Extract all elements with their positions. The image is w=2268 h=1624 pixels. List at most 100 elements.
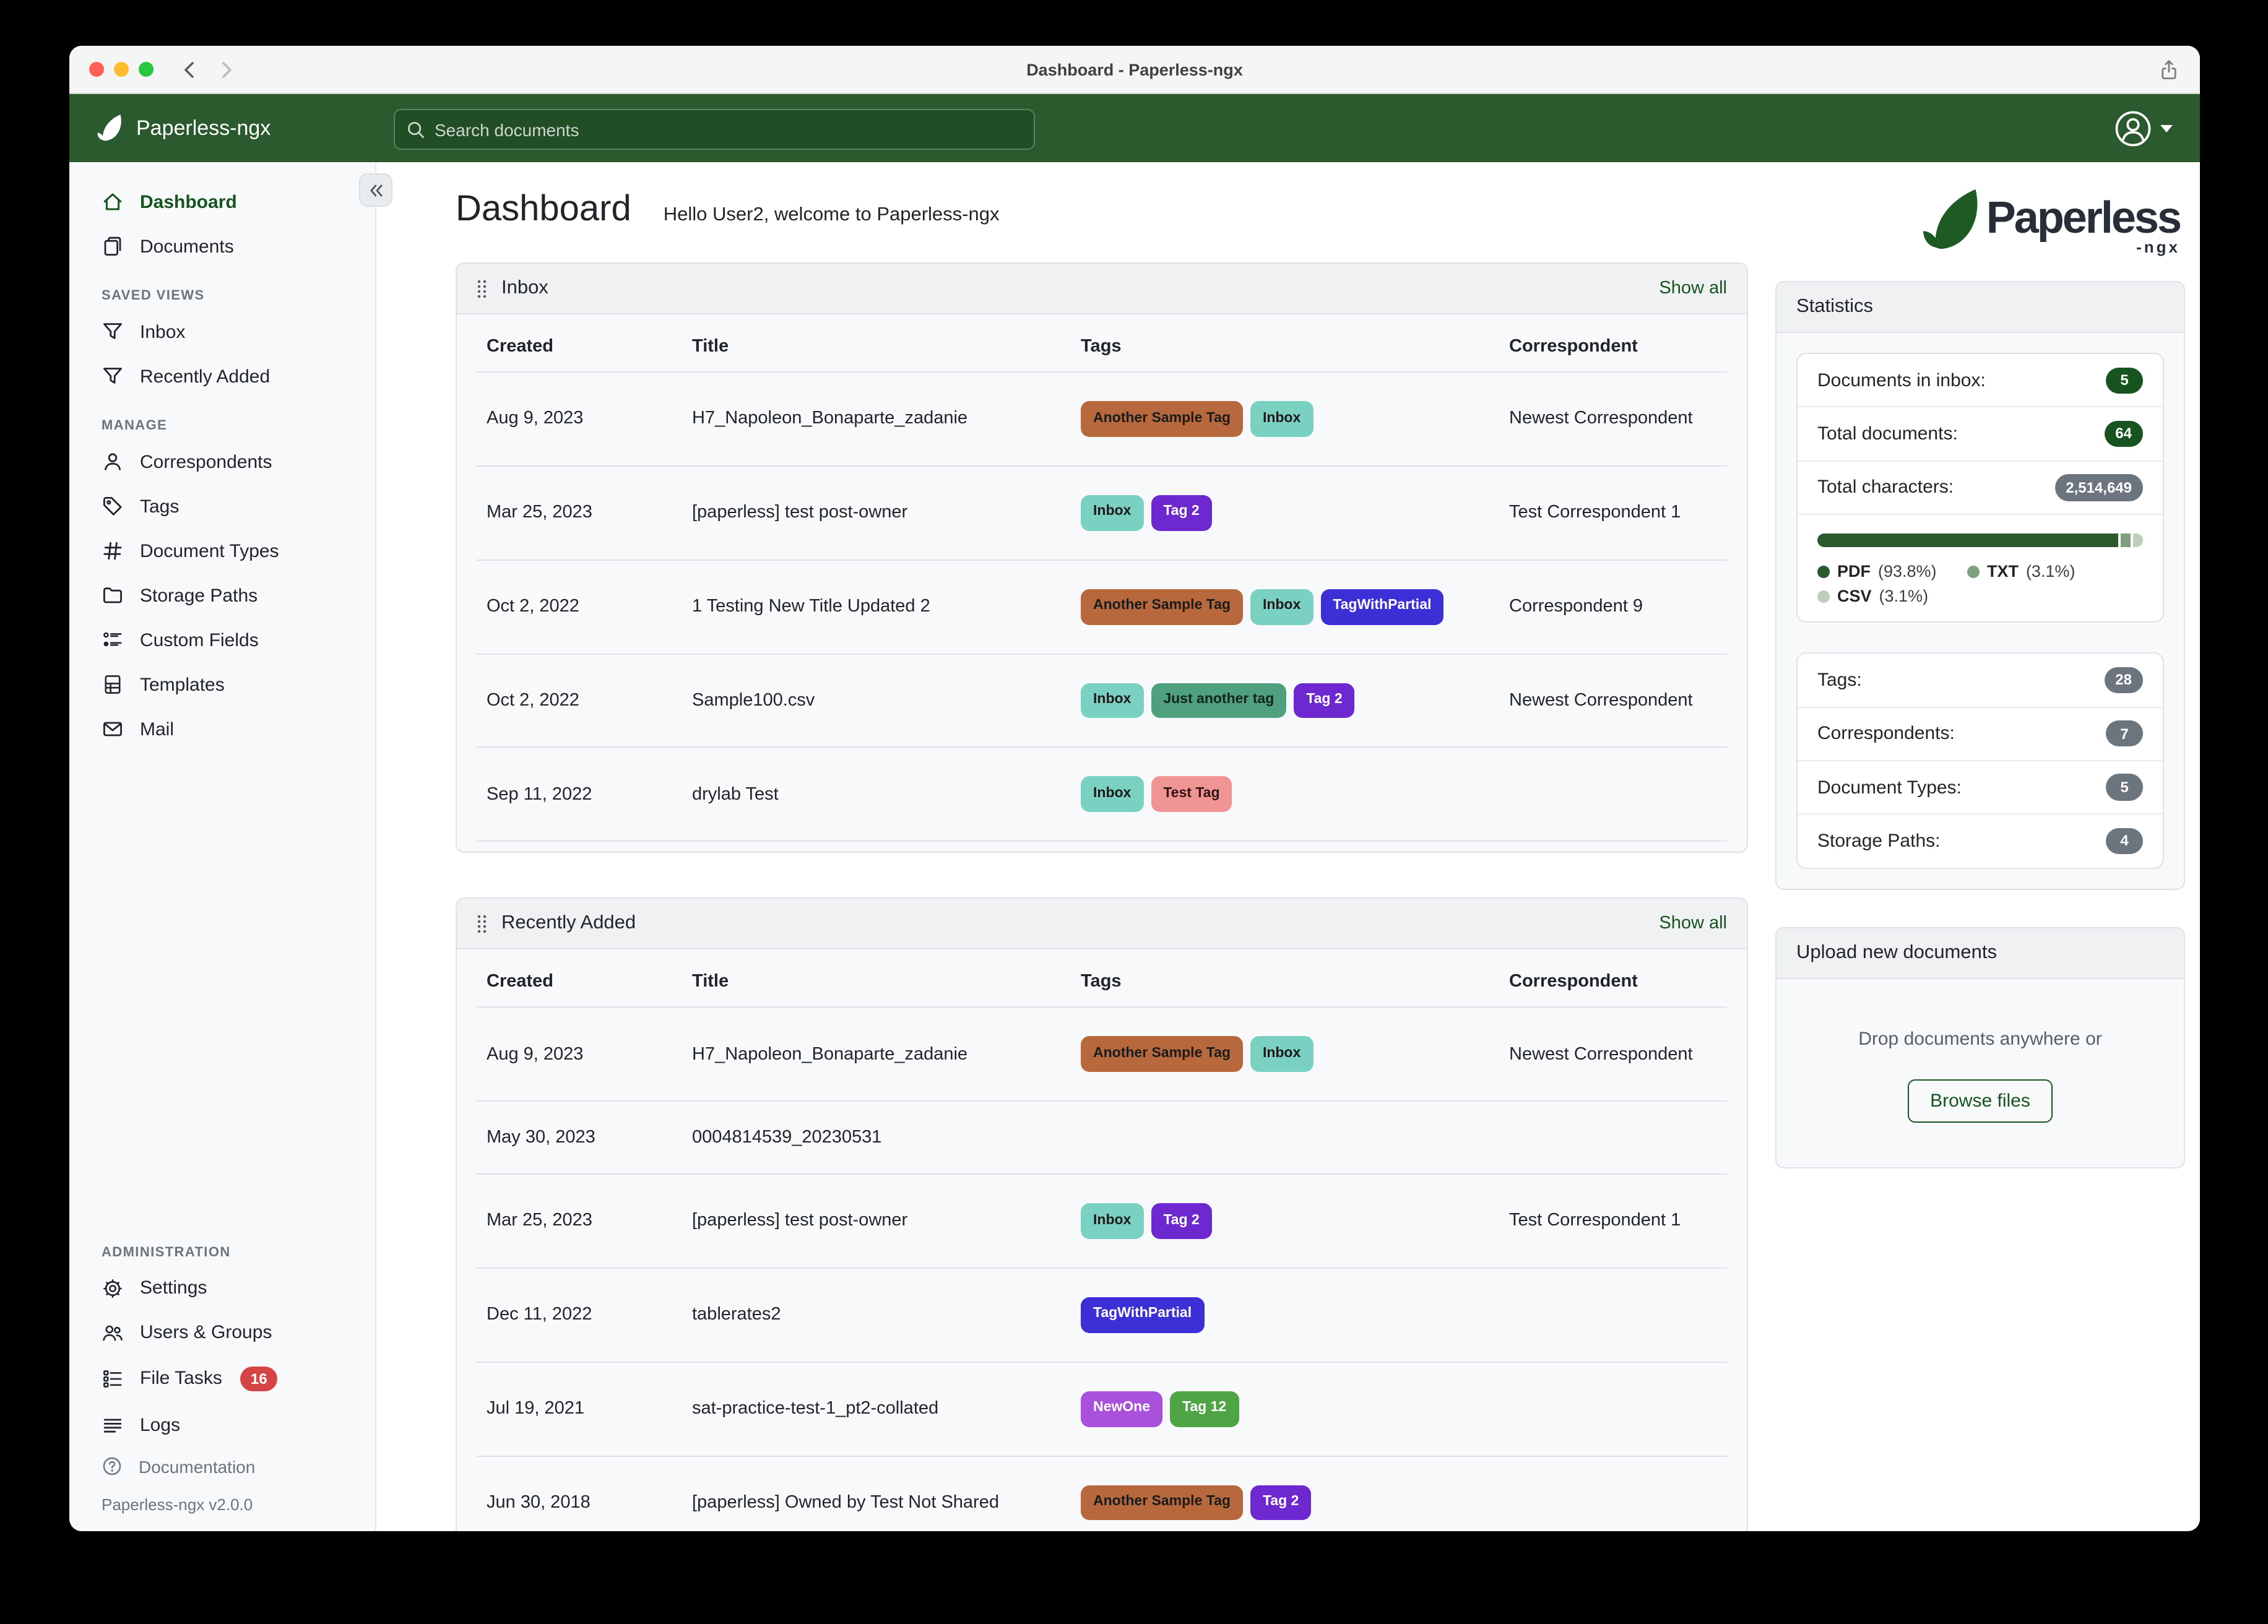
sidebar-item-settings[interactable]: Settings xyxy=(69,1266,375,1310)
search-input[interactable] xyxy=(395,119,1034,139)
tag-pill[interactable]: Another Sample Tag xyxy=(1081,401,1243,437)
question-circle-icon xyxy=(103,1457,121,1475)
sidebar-item-documentation[interactable]: Documentation xyxy=(69,1447,375,1485)
sidebar-item-label: Mail xyxy=(140,719,175,740)
tag-pill[interactable]: Another Sample Tag xyxy=(1081,1485,1243,1521)
table-row[interactable]: Oct 2, 2022 Sample100.csv Inbox Just anothe… xyxy=(477,653,1727,748)
user-menu[interactable] xyxy=(2114,110,2173,147)
upload-dropzone[interactable]: Drop documents anywhere or Browse files xyxy=(1777,978,2184,1167)
drag-handle-icon[interactable] xyxy=(477,913,488,934)
close-window-button[interactable] xyxy=(89,62,104,77)
filter-icon xyxy=(103,323,122,339)
sidebar-item-inbox[interactable]: Inbox xyxy=(69,309,375,354)
sidebar-item-recently-added[interactable]: Recently Added xyxy=(69,354,375,399)
sidebar-item-custom-fields[interactable]: Custom Fields xyxy=(69,618,375,662)
sidebar-item-tags[interactable]: Tags xyxy=(69,484,375,529)
sidebar-item-dashboard[interactable]: Dashboard xyxy=(69,179,375,224)
table-row[interactable]: Dec 11, 2022 tablerates2 TagWithPartial xyxy=(477,1267,1727,1362)
paperless-leaf-icon xyxy=(1923,189,1978,249)
table-row[interactable]: Sep 11, 2022 drylab Test Inbox Test Tag xyxy=(477,746,1727,842)
macos-titlebar: Dashboard - Paperless-ngx xyxy=(69,46,2200,94)
cell-correspondent xyxy=(1499,1100,1727,1175)
sidebar-item-label: Documents xyxy=(140,236,234,257)
sidebar-collapse-button[interactable] xyxy=(359,173,392,207)
tag-pill[interactable]: Just another tag xyxy=(1151,683,1287,719)
tag-pill[interactable]: Inbox xyxy=(1081,495,1144,531)
tag-pill[interactable]: TagWithPartial xyxy=(1320,589,1444,625)
custom-fields-icon xyxy=(103,632,122,647)
stat-row: Total characters: 2,514,649 xyxy=(1798,460,2163,514)
column-header-title: Title xyxy=(692,972,729,992)
brand[interactable]: Paperless-ngx xyxy=(97,113,271,143)
tag-pill[interactable]: NewOne xyxy=(1081,1391,1163,1427)
legend-item: PDF (93.8%) xyxy=(1817,562,1967,581)
zoom-window-button[interactable] xyxy=(139,62,154,77)
sidebar-item-documents[interactable]: Documents xyxy=(69,224,375,269)
tag-pill[interactable]: Another Sample Tag xyxy=(1081,589,1243,625)
tag-pill[interactable]: Tag 2 xyxy=(1250,1485,1312,1521)
stat-row: Correspondents: 7 xyxy=(1798,706,2163,760)
table-row[interactable]: Mar 25, 2023 [paperless] test post-owner I… xyxy=(477,465,1727,560)
sidebar-item-users-groups[interactable]: Users & Groups xyxy=(69,1310,375,1355)
cell-title: tablerates2 xyxy=(682,1267,1071,1362)
table-row[interactable]: Jul 19, 2021 sat-practice-test-1_pt2-coll… xyxy=(477,1361,1727,1456)
tag-pill[interactable]: Tag 12 xyxy=(1170,1391,1239,1427)
legend-dot xyxy=(1817,590,1830,603)
cell-correspondent: Newest Correspondent xyxy=(1499,371,1727,466)
tag-pill[interactable]: Tag 2 xyxy=(1151,1203,1212,1239)
sidebar-item-correspondents[interactable]: Correspondents xyxy=(69,439,375,484)
sidebar-item-templates[interactable]: Templates xyxy=(69,662,375,707)
tag-pill[interactable]: Inbox xyxy=(1081,1203,1144,1239)
stat-label: Storage Paths: xyxy=(1817,831,1941,852)
sidebar-item-storage-paths[interactable]: Storage Paths xyxy=(69,573,375,618)
table-row[interactable]: May 30, 2023 0004814539_20230531 xyxy=(477,1100,1727,1175)
table-row[interactable]: Aug 9, 2023 H7_Napoleon_Bonaparte_zadanie… xyxy=(477,371,1727,466)
cell-title: H7_Napoleon_Bonaparte_zadanie xyxy=(682,1006,1071,1102)
desktop: Dashboard - Paperless-ngx Paperless-ngx … xyxy=(0,0,2268,1624)
sidebar-item-label: File Tasks xyxy=(140,1368,222,1389)
stat-badge: 5 xyxy=(2106,774,2143,801)
cell-created: Mar 25, 2023 xyxy=(477,465,682,560)
tag-pill[interactable]: Tag 2 xyxy=(1294,683,1355,719)
forward-icon[interactable] xyxy=(218,60,235,79)
cell-tags: Another Sample Tag Inbox xyxy=(1071,371,1499,466)
bar-segment-pdf xyxy=(1817,533,2118,548)
minimize-window-button[interactable] xyxy=(114,62,129,77)
documents-icon xyxy=(104,236,121,256)
tag-pill[interactable]: Inbox xyxy=(1081,683,1144,719)
back-icon[interactable] xyxy=(181,60,198,79)
tag-pill[interactable]: Inbox xyxy=(1250,1036,1314,1073)
table-row[interactable]: Mar 25, 2023 [paperless] test post-owner I… xyxy=(477,1173,1727,1268)
stat-row: Total documents: 64 xyxy=(1798,406,2163,460)
tag-pill[interactable]: Test Tag xyxy=(1151,776,1232,813)
tag-pill[interactable]: TagWithPartial xyxy=(1081,1297,1205,1333)
table-row[interactable]: Jun 30, 2018 [paperless] Owned by Test No… xyxy=(477,1455,1727,1531)
statistics-documents-group: Documents in inbox: 5 Total documents: 6… xyxy=(1796,353,2164,623)
sidebar-item-document-types[interactable]: Document Types xyxy=(69,529,375,573)
sidebar-item-label: Custom Fields xyxy=(140,629,259,650)
tag-pill[interactable]: Inbox xyxy=(1250,589,1314,625)
cell-created: May 30, 2023 xyxy=(477,1100,682,1175)
sidebar-item-logs[interactable]: Logs xyxy=(69,1402,375,1447)
tag-pill[interactable]: Inbox xyxy=(1250,401,1314,437)
sidebar-section-saved-views: SAVED VIEWS xyxy=(102,288,205,303)
bar-segment-csv xyxy=(2132,533,2143,548)
main-content: Dashboard Hello User2, welcome to Paperl… xyxy=(359,162,2200,1531)
tag-pill[interactable]: Another Sample Tag xyxy=(1081,1036,1243,1073)
paperless-logo-suffix: -ngx xyxy=(2136,238,2180,257)
tag-pill[interactable]: Inbox xyxy=(1081,776,1144,813)
sidebar-item-label: Recently Added xyxy=(140,366,271,387)
sidebar-item-mail[interactable]: Mail xyxy=(69,707,375,751)
recently-added-show-all-link[interactable]: Show all xyxy=(1659,914,1727,933)
table-row[interactable]: Oct 2, 2022 1 Testing New Title Updated 2… xyxy=(477,559,1727,654)
inbox-show-all-link[interactable]: Show all xyxy=(1659,279,1727,298)
cell-tags xyxy=(1071,1100,1499,1175)
tag-pill[interactable]: Tag 2 xyxy=(1151,495,1212,531)
table-row[interactable]: Aug 9, 2023 H7_Napoleon_Bonaparte_zadanie… xyxy=(477,1006,1727,1102)
browse-files-button[interactable]: Browse files xyxy=(1908,1079,2053,1123)
cell-correspondent: Newest Correspondent xyxy=(1499,1006,1727,1102)
sidebar-item-file-tasks[interactable]: File Tasks 16 xyxy=(69,1355,375,1402)
share-icon[interactable] xyxy=(2158,58,2180,81)
sidebar-item-label: Storage Paths xyxy=(140,585,258,606)
drag-handle-icon[interactable] xyxy=(477,278,488,299)
